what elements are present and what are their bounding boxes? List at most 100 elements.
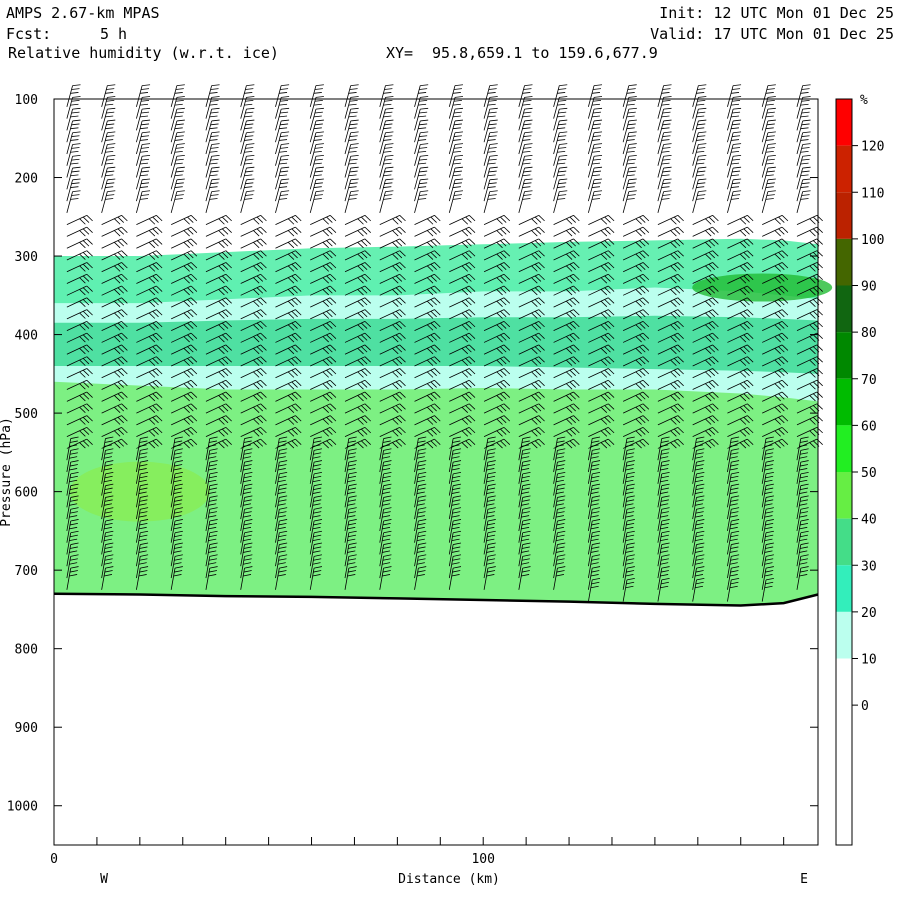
- wind-barb: [762, 226, 789, 237]
- wind-barb: [588, 226, 615, 237]
- field-name: Relative humidity (w.r.t. ice): [8, 44, 279, 62]
- colorbar-segment: [836, 705, 852, 752]
- wind-barb: [518, 84, 533, 107]
- wind-barb: [170, 84, 185, 107]
- y-tick-label: 700: [15, 564, 38, 579]
- wind-barb: [553, 214, 580, 226]
- wind-barb: [275, 84, 290, 107]
- humidity-fill: [54, 238, 833, 606]
- wind-barb: [692, 226, 719, 237]
- wind-barb: [171, 238, 198, 249]
- colorbar-segment: [836, 378, 852, 426]
- wind-barb: [171, 214, 198, 226]
- wind-barb: [275, 226, 302, 237]
- colorbar-segment: [836, 565, 852, 612]
- y-tick-label: 800: [15, 643, 38, 658]
- colorbar-label: 20: [861, 606, 877, 621]
- wind-barb: [518, 214, 545, 226]
- wind-barb: [762, 214, 789, 226]
- wind-barb: [240, 226, 267, 237]
- y-tick-label: 300: [15, 250, 38, 265]
- colorbar-segment: [836, 332, 852, 379]
- forecast-value: 5 h: [100, 25, 127, 43]
- wind-barb: [727, 226, 754, 237]
- colorbar-segment: [836, 472, 852, 519]
- below-ground: [54, 593, 818, 845]
- wind-barb: [622, 214, 650, 226]
- wind-barb: [449, 226, 476, 237]
- xy-value: 95.8,659.1 to 159.6,677.9: [432, 44, 658, 62]
- wind-barb: [727, 214, 754, 226]
- y-tick-label: 100: [15, 93, 38, 108]
- west-label: W: [100, 872, 108, 887]
- wind-barb: [240, 214, 267, 226]
- colorbar-segment: [836, 751, 852, 799]
- wind-barb: [483, 84, 498, 107]
- wind-barb: [240, 238, 267, 249]
- wind-barb: [101, 238, 128, 249]
- y-tick-label: 200: [15, 172, 38, 187]
- colorbar-label: 70: [861, 373, 877, 388]
- wind-barb: [588, 214, 615, 226]
- colorbar-segment: [836, 518, 852, 566]
- wind-barb: [205, 226, 232, 237]
- y-axis-label: Pressure (hPa): [0, 417, 14, 527]
- wind-barb: [414, 214, 441, 226]
- wind-barb: [101, 226, 128, 237]
- y-tick-label: 600: [15, 486, 38, 501]
- wind-barb: [657, 84, 672, 107]
- humidity-core: [692, 273, 833, 302]
- wind-barb: [310, 238, 337, 249]
- wind-barb: [310, 214, 337, 226]
- wind-barb: [136, 226, 163, 237]
- wind-barb: [275, 238, 302, 249]
- wind-barb: [761, 84, 776, 107]
- wind-barb: [657, 226, 684, 237]
- wind-barb: [344, 238, 372, 249]
- forecast-label: Fcst:: [6, 25, 51, 43]
- wind-barb: [136, 214, 163, 226]
- wind-barb: [449, 214, 476, 226]
- wind-barb: [796, 226, 823, 237]
- colorbar-segment: [836, 192, 852, 239]
- colorbar-label: 60: [861, 419, 877, 434]
- wind-barb: [553, 84, 568, 107]
- colorbar-segment: [836, 238, 852, 286]
- wind-barb: [414, 84, 429, 107]
- wind-barb: [379, 226, 406, 237]
- wind-barb: [379, 214, 406, 226]
- colorbar-segment: [836, 611, 852, 659]
- colorbar: 1201101009080706050403020100: [835, 98, 884, 846]
- colorbar-label: 90: [861, 280, 877, 295]
- wind-barb: [205, 214, 232, 226]
- wind-barb: [205, 238, 232, 249]
- wind-barb: [622, 226, 650, 237]
- valid-time: Valid: 17 UTC Mon 01 Dec 25: [650, 25, 894, 43]
- wind-barb: [309, 84, 324, 107]
- wind-barb: [379, 84, 394, 107]
- wind-barb: [483, 214, 511, 226]
- wind-barb: [448, 84, 463, 107]
- y-tick-label: 500: [15, 407, 38, 422]
- east-label: E: [800, 872, 808, 887]
- wind-barb: [587, 84, 603, 107]
- wind-barb: [136, 238, 163, 249]
- wind-barb: [66, 84, 81, 107]
- wind-barb: [483, 226, 511, 237]
- wind-barb: [344, 84, 359, 107]
- cross-section-chart: AMPS 2.67-km MPAS Fcst: 5 h Relative hum…: [0, 4, 894, 887]
- y-tick-label: 1000: [7, 800, 38, 815]
- colorbar-segment: [836, 99, 852, 146]
- wind-barb: [414, 226, 441, 237]
- wind-barb: [66, 214, 93, 226]
- colorbar-label: 50: [861, 466, 877, 481]
- wind-barb: [101, 84, 116, 107]
- colorbar-segment: [836, 658, 852, 706]
- colorbar-label: 110: [861, 186, 884, 201]
- wind-barb: [796, 84, 811, 107]
- colorbar-label: 10: [861, 653, 877, 668]
- init-time: Init: 12 UTC Mon 01 Dec 25: [659, 4, 894, 22]
- colorbar-label: 40: [861, 513, 877, 528]
- colorbar-label: 120: [861, 140, 884, 155]
- colorbar-segment: [836, 425, 852, 472]
